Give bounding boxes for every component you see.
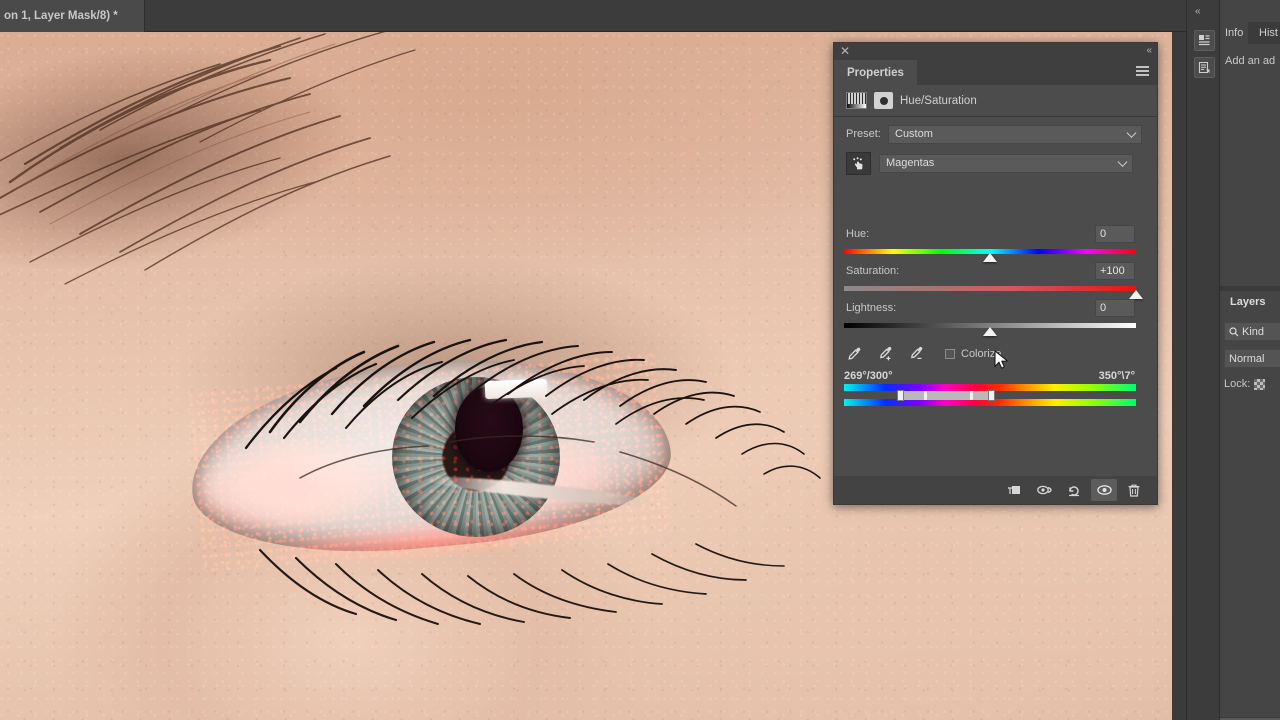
range-handle-inner-left[interactable] (924, 391, 927, 400)
document-tab-bar: on 1, Layer Mask/8) * (0, 0, 1190, 32)
properties-panel[interactable]: ✕ « Properties Hue/Saturation Preset: Cu… (833, 42, 1158, 505)
adjustments-hint: Add an ad (1225, 55, 1276, 67)
layer-kind-filter-label: Kind (1242, 325, 1265, 338)
clip-to-layer-icon[interactable] (1001, 479, 1027, 501)
lightness-value-field[interactable]: 0 (1095, 299, 1135, 317)
document-tab-label: on 1, Layer Mask/8) * (4, 10, 118, 22)
channel-row: Magentas (834, 150, 1157, 176)
tab-history[interactable]: Hist (1254, 22, 1280, 44)
chevron-down-icon (1126, 128, 1137, 138)
panel-menu-icon[interactable] (1136, 66, 1149, 77)
blend-mode-select[interactable]: Normal (1224, 349, 1280, 368)
saturation-label: Saturation: (846, 265, 900, 277)
reset-icon[interactable] (1061, 479, 1087, 501)
tab-properties-label: Properties (847, 66, 904, 79)
hue-saturation-icon (874, 92, 893, 109)
properties-panel-titlebar[interactable]: ✕ « (834, 43, 1157, 60)
preset-label: Preset: (846, 128, 881, 140)
tab-history-label: Hist (1259, 27, 1278, 39)
colorize-checkbox[interactable] (945, 349, 955, 359)
adjustments-panel-icon[interactable] (1194, 57, 1215, 78)
tab-layers[interactable]: Layers (1222, 291, 1274, 312)
adjustment-name: Hue/Saturation (900, 94, 977, 107)
dock-tab-row: Info Hist (1220, 22, 1280, 44)
chevron-down-icon (1117, 157, 1128, 167)
preset-value: Custom (895, 128, 933, 140)
color-range-selector[interactable] (897, 390, 995, 401)
document-tab[interactable]: on 1, Layer Mask/8) * (0, 0, 145, 32)
color-range-left-value: 269°/300° (844, 370, 893, 382)
lightness-value: 0 (1100, 302, 1107, 314)
colorize-label: Colorize (961, 348, 1002, 360)
tab-layers-label: Layers (1230, 295, 1266, 308)
delete-icon[interactable] (1121, 479, 1147, 501)
layers-panel: Kind Normal Lock: (1220, 312, 1280, 720)
lock-label: Lock: (1224, 378, 1251, 390)
preset-row: Preset: Custom (834, 123, 1157, 145)
properties-panel-footer (834, 476, 1157, 504)
color-range-right-value: 350°\7° (1098, 370, 1135, 382)
lightness-slider-thumb[interactable] (983, 327, 997, 336)
range-handle-inner-right[interactable] (970, 391, 973, 400)
colorize-control[interactable]: Colorize (945, 348, 1001, 360)
properties-panel-icon[interactable] (1194, 30, 1215, 51)
lightness-label: Lightness: (846, 302, 897, 314)
channel-value: Magentas (886, 157, 935, 169)
saturation-value: +100 (1100, 265, 1125, 277)
levels-icon (846, 92, 867, 109)
close-icon[interactable]: ✕ (838, 44, 852, 58)
double-chevron-left-icon[interactable]: « (1146, 44, 1151, 58)
layer-kind-filter[interactable]: Kind (1224, 322, 1280, 341)
search-icon (1229, 326, 1239, 336)
eyedropper-subtract-icon[interactable] (907, 345, 929, 365)
eyedropper-tool-row: Colorize (834, 345, 1157, 365)
eyedropper-add-icon[interactable] (876, 345, 898, 365)
tab-properties[interactable]: Properties (834, 60, 917, 85)
view-previous-state-icon[interactable] (1031, 479, 1057, 501)
channel-select[interactable]: Magentas (879, 153, 1133, 173)
saturation-slider-thumb[interactable] (1129, 290, 1143, 299)
eyedropper-icon[interactable] (845, 345, 867, 365)
adjustment-header: Hue/Saturation (834, 85, 1157, 117)
range-handle-outer-left[interactable] (897, 390, 904, 401)
properties-tab-row: Properties (834, 60, 1157, 85)
toggle-visibility-icon[interactable] (1091, 479, 1117, 501)
blend-mode-value: Normal (1229, 352, 1265, 365)
panel-rail: « (1186, 0, 1220, 720)
lock-row: Lock: (1224, 378, 1266, 390)
transparency-lock-icon[interactable] (1254, 378, 1266, 390)
hue-value-field[interactable]: 0 (1095, 225, 1135, 243)
targeted-adjustment-hand-icon[interactable] (846, 151, 871, 175)
hue-label: Hue: (846, 228, 870, 240)
saturation-slider-track[interactable] (844, 286, 1136, 291)
preset-select[interactable]: Custom (888, 124, 1142, 144)
saturation-value-field[interactable]: +100 (1095, 262, 1135, 280)
double-chevron-left-icon[interactable]: « (1195, 6, 1200, 17)
hue-slider-thumb[interactable] (983, 253, 997, 262)
range-handle-outer-right[interactable] (988, 390, 995, 401)
hue-value: 0 (1100, 228, 1107, 240)
eyelashes (244, 338, 821, 625)
tab-info-label: Info (1225, 27, 1244, 39)
tab-info[interactable]: Info (1220, 22, 1249, 44)
